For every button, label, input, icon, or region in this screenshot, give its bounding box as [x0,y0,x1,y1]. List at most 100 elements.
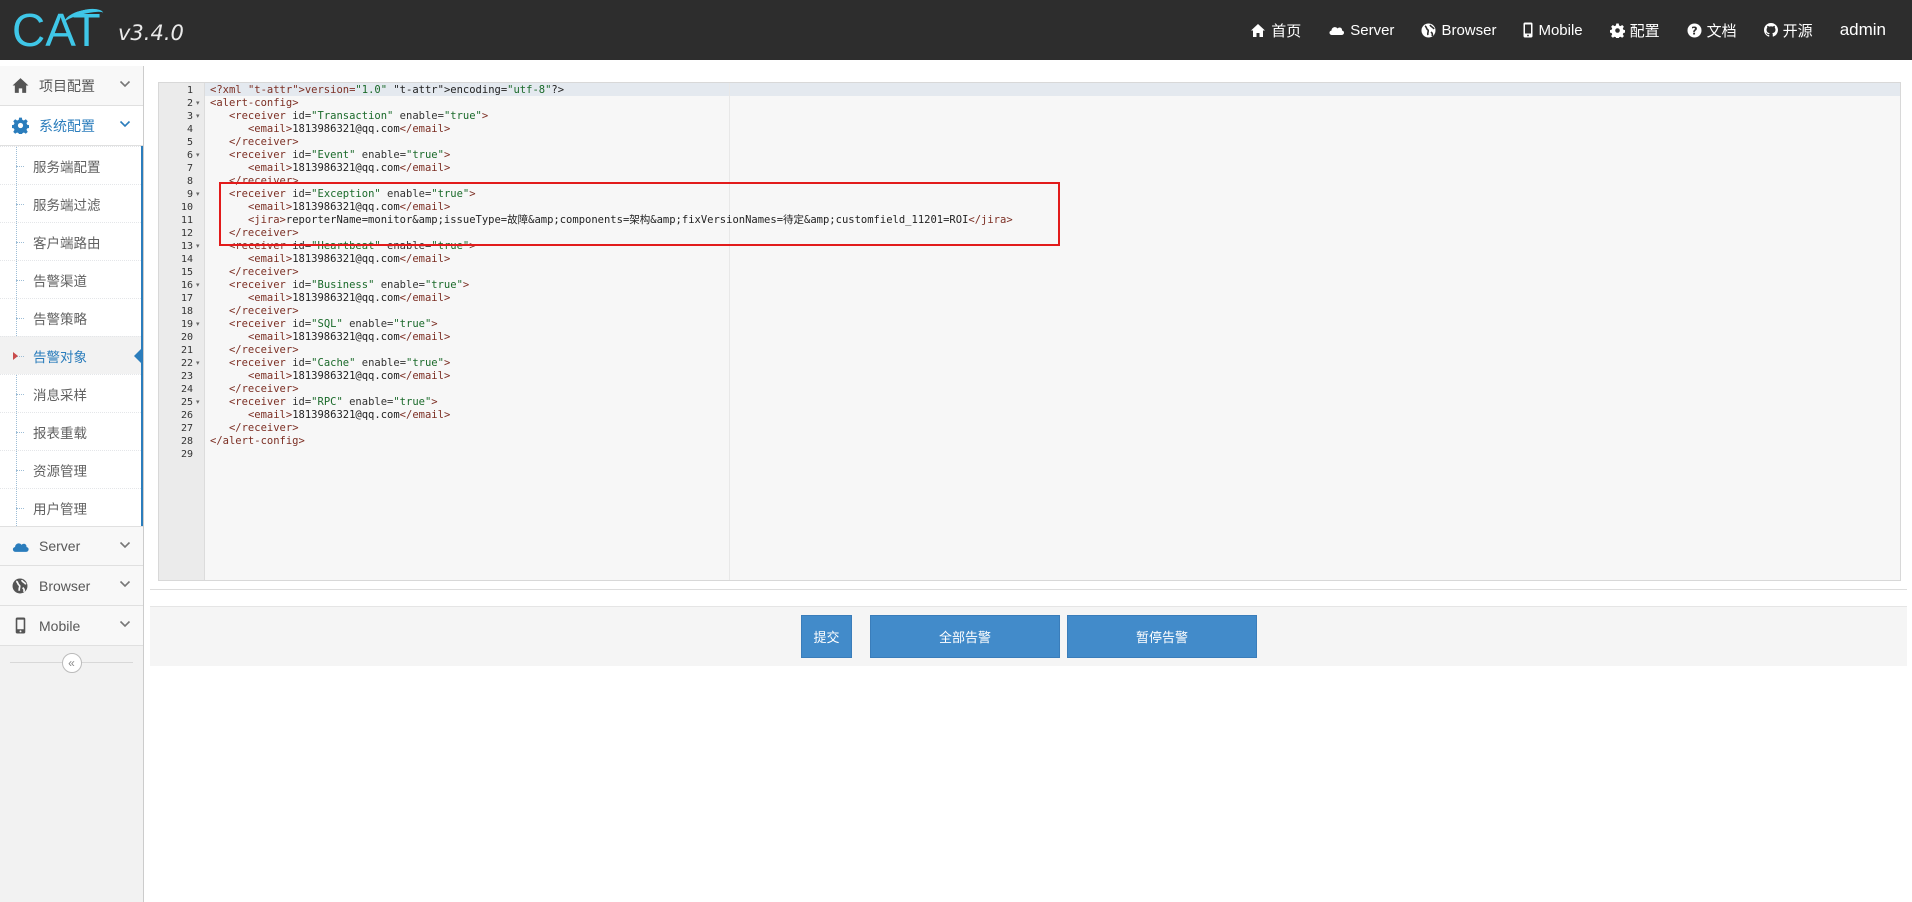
line-number: 26 [180,410,193,421]
sidebar-item-message-sampling[interactable]: 消息采样 [0,374,141,412]
sidebar-item-alert-channel[interactable]: 告警渠道 [0,260,141,298]
sidebar-item-server[interactable]: Server [0,526,143,566]
line-number: 27 [180,423,193,434]
brand[interactable]: CAT v3.4.0 [12,4,184,56]
cat-logo[interactable]: CAT [12,4,106,56]
home-icon [1251,23,1266,37]
fold-toggle-icon[interactable]: ▾ [196,110,200,123]
xml-code-editor[interactable]: 1 2 ▾ 3 ▾ 4 5 6 ▾ 7 8 9 ▾ 10 11 12 13 ▾ 14 15 16 ▾ 17 18 19 ▾ 20 21… [158,82,1901,581]
nav-opensource-label: 开源 [1782,22,1813,40]
nav-config-label: 配置 [1629,22,1660,40]
code-line: </receiver> [228,383,299,395]
line-number: 18 [180,306,193,317]
nav-browser-label: Browser [1441,21,1497,39]
gear-icon [9,117,31,134]
nav-mobile-label: Mobile [1538,21,1583,39]
user-menu[interactable]: admin [1840,0,1886,60]
code-line: <receiver id="Cache" enable="true"> [228,357,451,369]
line-number: 13 [180,241,193,252]
nav-mobile[interactable]: Mobile [1523,0,1583,60]
nav-server-label: Server [1350,21,1395,39]
nav-docs-label: 文档 [1706,22,1737,40]
line-number: 23 [180,371,193,382]
sidebar-item-mobile[interactable]: Mobile [0,606,143,646]
fold-toggle-icon[interactable]: ▾ [196,188,200,201]
line-number-gutter: 1 2 ▾ 3 ▾ 4 5 6 ▾ 7 8 9 ▾ 10 11 12 13 ▾ 14 15 16 ▾ 17 18 19 ▾ 20 21… [159,83,205,580]
chevron-down-icon [119,541,131,549]
code-line: <email>1813986321@qq.com</email> [247,370,451,382]
fold-toggle-icon[interactable]: ▾ [196,396,200,409]
code-line: </receiver> [228,266,299,278]
submit-button[interactable]: 提交 [801,615,852,658]
nav-config[interactable]: 配置 [1609,0,1660,60]
sidebar-item-user-manage[interactable]: 用户管理 [0,488,141,526]
line-number: 2 [186,98,193,109]
all-alert-button[interactable]: 全部告警 [870,615,1060,658]
mobile-icon [1523,22,1533,38]
code-line: </receiver> [228,136,299,148]
sidebar-item-label: Server [39,538,81,554]
globe-icon [1421,23,1436,37]
line-number: 29 [180,449,193,460]
sidebar-item-alert-policy[interactable]: 告警策略 [0,298,141,336]
sidebar-item-resource-manage[interactable]: 资源管理 [0,450,141,488]
code-line: <receiver id="RPC" enable="true"> [228,396,438,408]
nav-docs[interactable]: ? 文档 [1687,0,1737,60]
chevron-down-icon [119,620,131,628]
cloud-icon [9,540,31,553]
code-line: <?xml "t-attr">version="1.0" "t-attr">en… [210,84,565,96]
sidebar-item-server-config[interactable]: 服务端配置 [0,146,141,184]
gear-icon [1609,23,1625,38]
sidebar-item-server-filter[interactable]: 服务端过滤 [0,184,141,222]
line-number: 1 [186,85,193,96]
code-line: <receiver id="SQL" enable="true"> [228,318,438,330]
line-number: 22 [180,358,193,369]
code-line: <receiver id="Transaction" enable="true"… [228,110,489,122]
editor-container: 1 2 ▾ 3 ▾ 4 5 6 ▾ 7 8 9 ▾ 10 11 12 13 ▾ 14 15 16 ▾ 17 18 19 ▾ 20 21… [150,74,1907,590]
mobile-icon [9,617,31,634]
form-actions: 提交 全部告警 暂停告警 [150,606,1907,666]
nav-home[interactable]: 首页 [1250,0,1301,60]
nav-browser[interactable]: Browser [1421,0,1496,60]
double-left-arrow-icon[interactable]: « [61,653,82,673]
sidebar-item-label: 系统配置 [39,117,95,134]
caret-right-icon [13,352,18,360]
fold-toggle-icon[interactable]: ▾ [196,357,200,370]
line-number: 21 [180,345,193,356]
sidebar-item-project-config[interactable]: 项目配置 [0,66,143,106]
pause-alert-button[interactable]: 暂停告警 [1067,615,1257,658]
chevron-down-icon [119,580,131,588]
fold-toggle-icon[interactable]: ▾ [196,318,200,331]
code-line: <email>1813986321@qq.com</email> [247,162,451,174]
sidebar-item-system-config[interactable]: 系统配置 [0,106,143,146]
nav-server[interactable]: Server [1328,0,1394,60]
code-line: <email>1813986321@qq.com</email> [247,123,451,135]
print-margin-line [729,83,730,580]
code-line: <email>1813986321@qq.com</email> [247,409,451,421]
nav-opensource[interactable]: 开源 [1763,0,1813,60]
fold-toggle-icon[interactable]: ▾ [196,240,200,253]
line-number: 12 [180,228,193,239]
chevron-down-icon [119,80,131,88]
fold-toggle-icon[interactable]: ▾ [196,97,200,110]
line-number: 15 [180,267,193,278]
sidebar-item-client-route[interactable]: 客户端路由 [0,222,141,260]
code-line: <alert-config> [210,97,299,109]
sidebar-item-alert-receiver[interactable]: 告警对象 [0,336,143,374]
code-line: </receiver> [228,422,299,434]
line-number: 7 [186,163,193,174]
line-number: 17 [180,293,193,304]
question-icon: ? [1687,23,1702,37]
line-number: 28 [180,436,193,447]
line-number: 6 [186,150,193,161]
sidebar-item-label: Browser [39,577,91,594]
line-number: 11 [180,215,193,226]
top-navbar: CAT v3.4.0 首页 Server Browser Mobile 配置 ?… [0,0,1912,60]
fold-toggle-icon[interactable]: ▾ [196,149,200,162]
sidebar-item-report-reload[interactable]: 报表重载 [0,412,141,450]
sidebar-item-browser[interactable]: Browser [0,566,143,606]
fold-toggle-icon[interactable]: ▾ [196,279,200,292]
code-line: <email>1813986321@qq.com</email> [247,331,451,343]
nav-home-label: 首页 [1271,22,1302,40]
annotation-highlight-box [219,182,1060,246]
